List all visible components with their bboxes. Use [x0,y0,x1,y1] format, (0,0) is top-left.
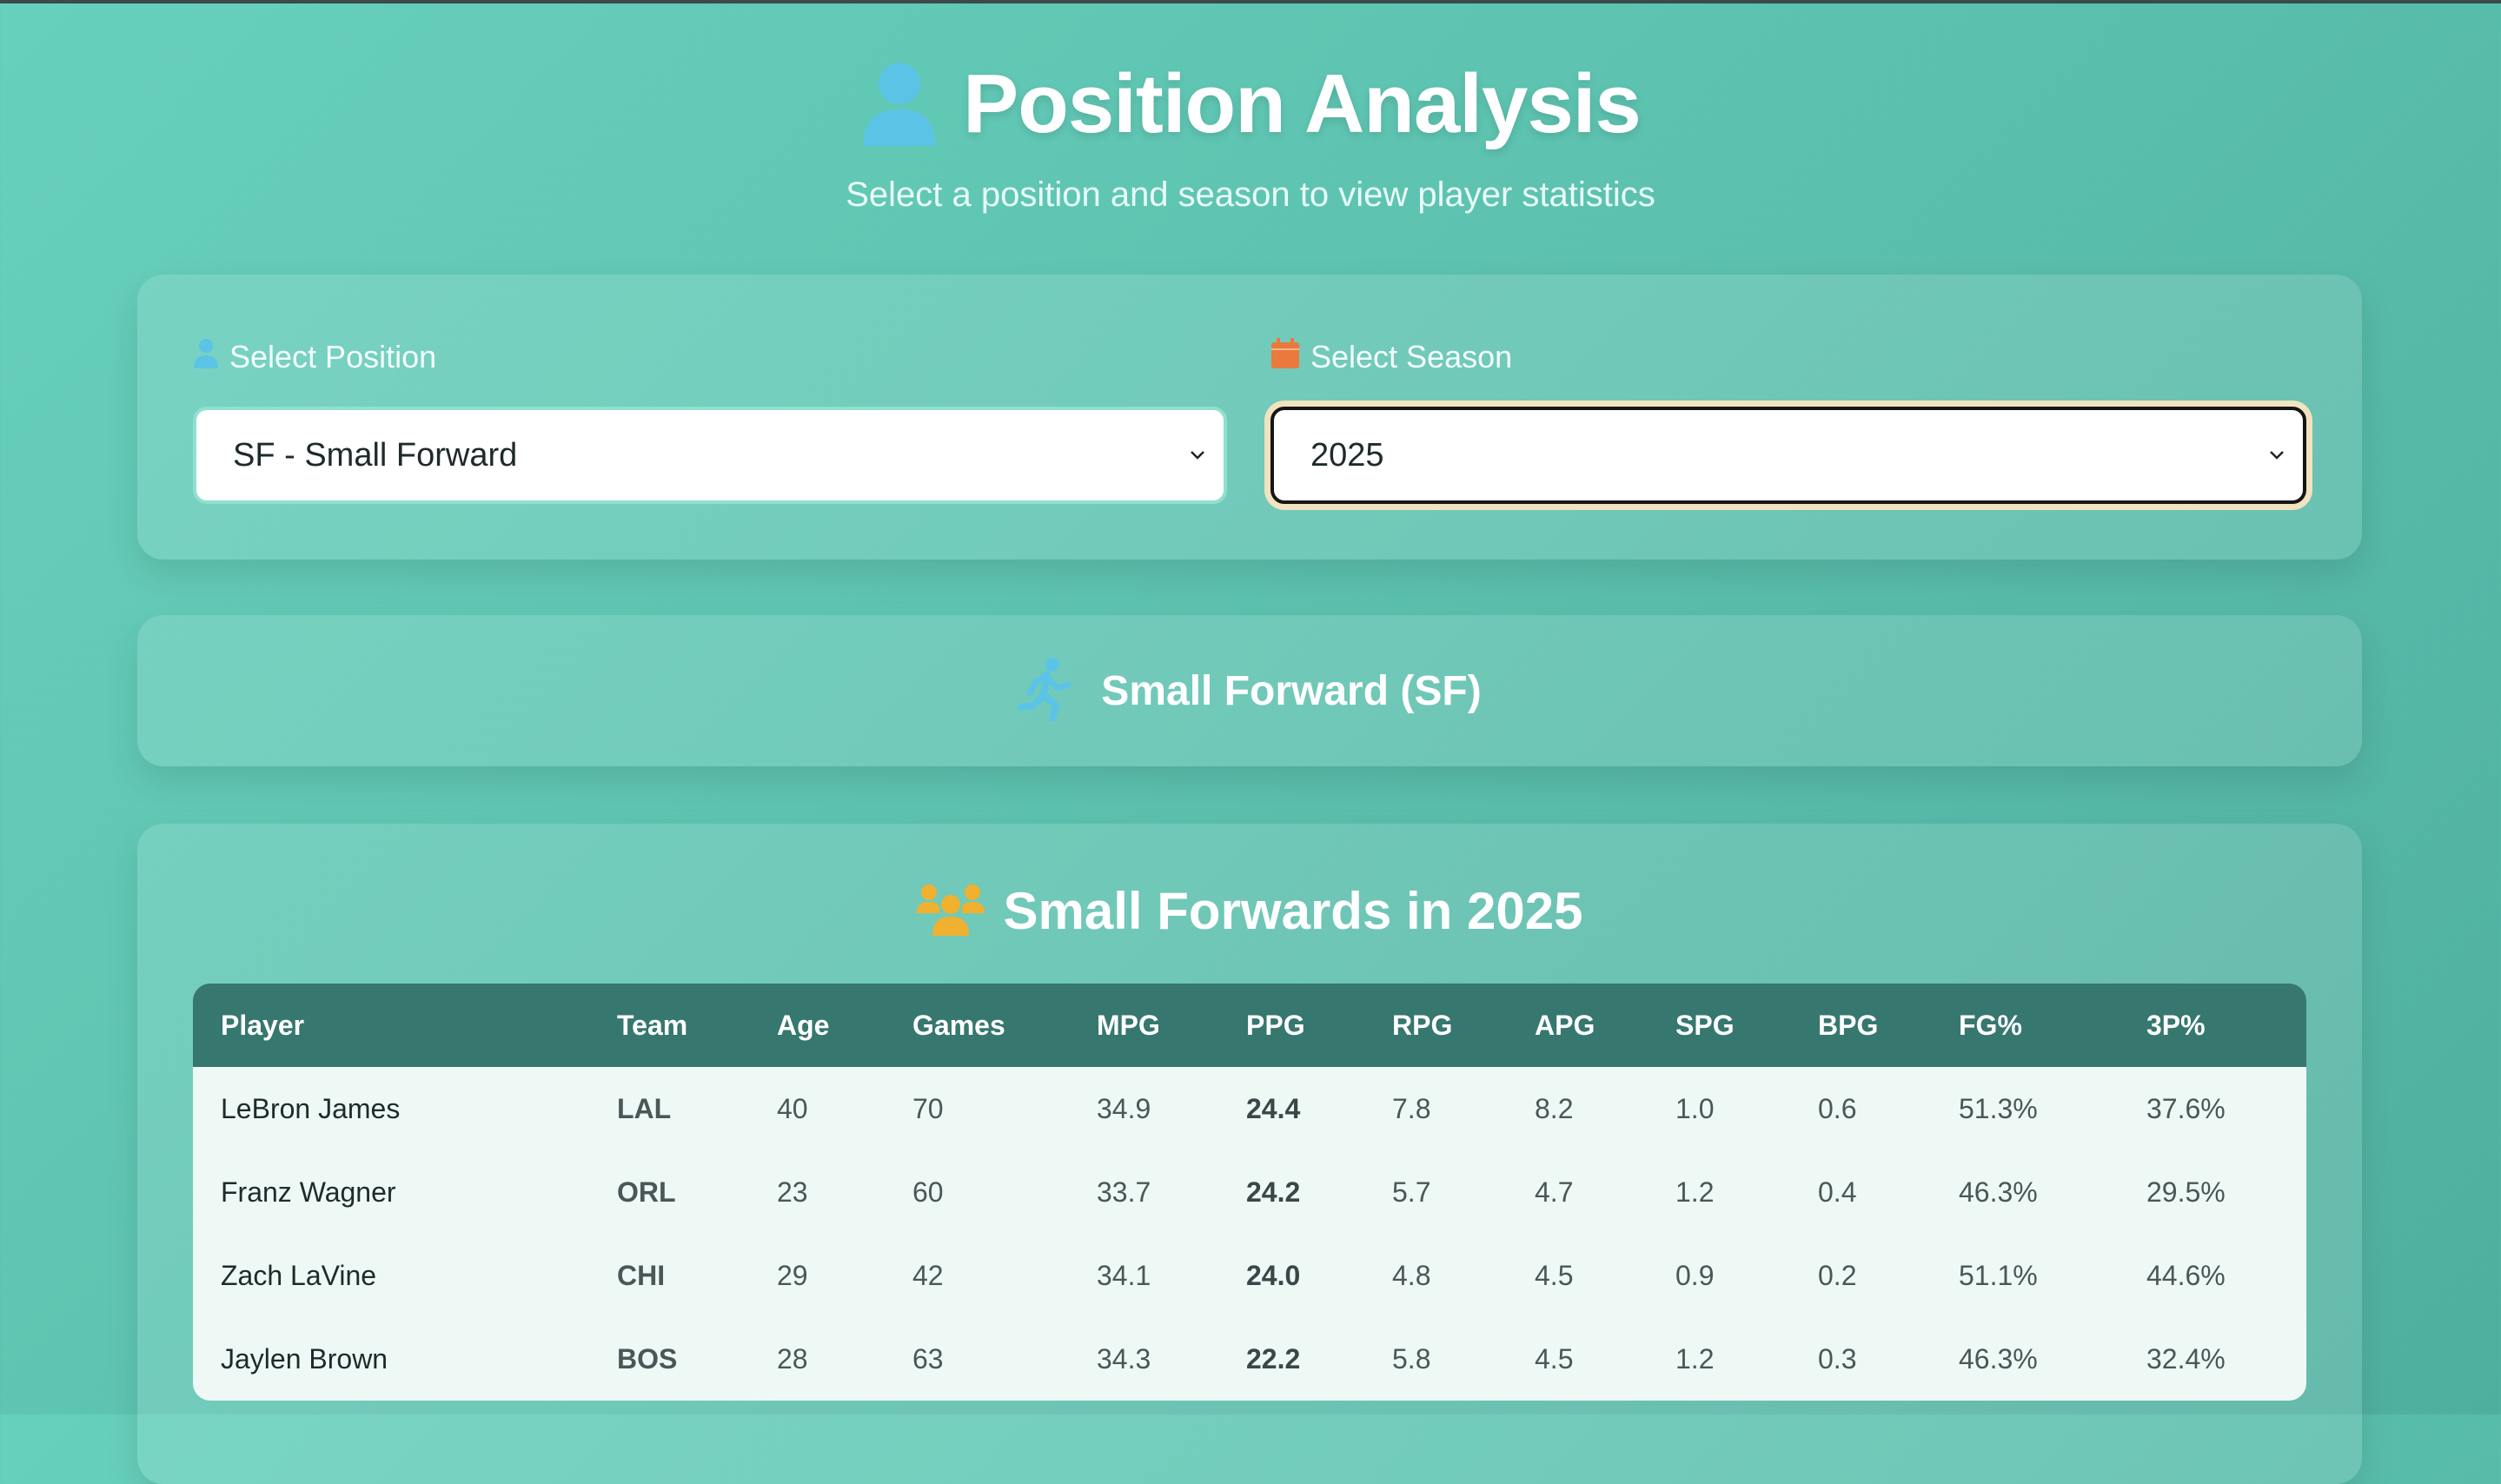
column-header[interactable]: APG [1507,984,1648,1067]
fg-pct-cell: 51.1% [1931,1234,2119,1317]
team-cell: ORL [589,1150,749,1234]
top-border [0,0,2501,3]
column-header[interactable]: Player [193,984,589,1067]
ppg-cell: 24.0 [1218,1234,1364,1317]
column-header[interactable]: 3P% [2119,984,2306,1067]
apg-cell: 8.2 [1507,1067,1648,1150]
three-pct-cell: 37.6% [2119,1067,2306,1150]
table-row[interactable]: Zach LaVine CHI 29 42 34.1 24.0 4.8 4.5 … [193,1234,2306,1317]
season-selector: Select Season 2025 [1270,335,2306,504]
position-selector: Select Position SF - Small Forward [193,335,1227,504]
bpg-cell: 0.6 [1790,1067,1931,1150]
players-title: Small Forwards in 2025 [1003,882,1583,940]
player-name: Zach LaVine [193,1234,589,1317]
column-header[interactable]: BPG [1790,984,1931,1067]
users-icon [916,882,985,940]
players-card: Small Forwards in 2025 Player Team Age G… [137,824,2362,1484]
age-cell: 23 [749,1150,885,1234]
mpg-cell: 33.7 [1069,1150,1218,1234]
ppg-cell: 24.2 [1218,1150,1364,1234]
column-header[interactable]: Age [749,984,885,1067]
ppg-cell: 24.4 [1218,1067,1364,1150]
mpg-cell: 34.1 [1069,1234,1218,1317]
column-header[interactable]: RPG [1364,984,1507,1067]
position-banner: Small Forward (SF) [137,615,2362,766]
column-header[interactable]: FG% [1931,984,2119,1067]
spg-cell: 1.2 [1648,1317,1790,1401]
rpg-cell: 5.7 [1364,1150,1507,1234]
apg-cell: 4.5 [1507,1317,1648,1401]
bpg-cell: 0.3 [1790,1317,1931,1401]
mpg-cell: 34.3 [1069,1317,1218,1401]
fg-pct-cell: 51.3% [1931,1067,2119,1150]
spg-cell: 0.9 [1648,1234,1790,1317]
column-header[interactable]: PPG [1218,984,1364,1067]
apg-cell: 4.5 [1507,1234,1648,1317]
three-pct-cell: 32.4% [2119,1317,2306,1401]
mpg-cell: 34.9 [1069,1067,1218,1150]
rpg-cell: 4.8 [1364,1234,1507,1317]
chevron-down-icon [2251,450,2303,460]
games-cell: 42 [885,1234,1069,1317]
games-cell: 63 [885,1317,1069,1401]
table-row[interactable]: LeBron James LAL 40 70 34.9 24.4 7.8 8.2… [193,1067,2306,1150]
table-row[interactable]: Jaylen Brown BOS 28 63 34.3 22.2 5.8 4.5… [193,1317,2306,1401]
page-title: Position Analysis [963,57,1642,150]
column-header[interactable]: Games [885,984,1069,1067]
user-icon [193,338,219,377]
team-cell: BOS [589,1317,749,1401]
age-cell: 28 [749,1317,885,1401]
season-label: Select Season [1310,339,1513,374]
apg-cell: 4.7 [1507,1150,1648,1234]
player-name: Franz Wagner [193,1150,589,1234]
ppg-cell: 22.2 [1218,1317,1364,1401]
fg-pct-cell: 46.3% [1931,1317,2119,1401]
team-cell: LAL [589,1067,749,1150]
position-select-value: SF - Small Forward [233,436,518,474]
rpg-cell: 7.8 [1364,1067,1507,1150]
column-header[interactable]: Team [589,984,749,1067]
rpg-cell: 5.8 [1364,1317,1507,1401]
table-header-row: Player Team Age Games MPG PPG RPG APG SP… [193,984,2306,1067]
spg-cell: 1.0 [1648,1067,1790,1150]
bpg-cell: 0.2 [1790,1234,1931,1317]
position-banner-text: Small Forward (SF) [1101,667,1482,714]
page-subtitle: Select a position and season to view pla… [846,176,1655,214]
column-header[interactable]: SPG [1648,984,1790,1067]
table-row[interactable]: Franz Wagner ORL 23 60 33.7 24.2 5.7 4.7… [193,1150,2306,1234]
spg-cell: 1.2 [1648,1150,1790,1234]
three-pct-cell: 44.6% [2119,1234,2306,1317]
user-icon [860,61,939,148]
fg-pct-cell: 46.3% [1931,1150,2119,1234]
position-select[interactable]: SF - Small Forward [193,407,1227,504]
season-select[interactable]: 2025 [1270,407,2306,504]
column-header[interactable]: MPG [1069,984,1218,1067]
position-label: Select Position [229,339,437,374]
games-cell: 60 [885,1150,1069,1234]
player-name: LeBron James [193,1067,589,1150]
calendar-icon [1270,337,1300,377]
age-cell: 40 [749,1067,885,1150]
three-pct-cell: 29.5% [2119,1150,2306,1234]
bpg-cell: 0.4 [1790,1150,1931,1234]
selector-card: Select Position SF - Small Forward Selec… [137,275,2362,560]
players-table: Player Team Age Games MPG PPG RPG APG SP… [193,984,2306,1401]
player-name: Jaylen Brown [193,1317,589,1401]
season-select-value: 2025 [1310,436,1384,474]
running-icon [1018,657,1075,725]
age-cell: 29 [749,1234,885,1317]
games-cell: 70 [885,1067,1069,1150]
chevron-down-icon [1171,450,1224,460]
team-cell: CHI [589,1234,749,1317]
page-header: Position Analysis Select a position and … [0,52,2501,215]
